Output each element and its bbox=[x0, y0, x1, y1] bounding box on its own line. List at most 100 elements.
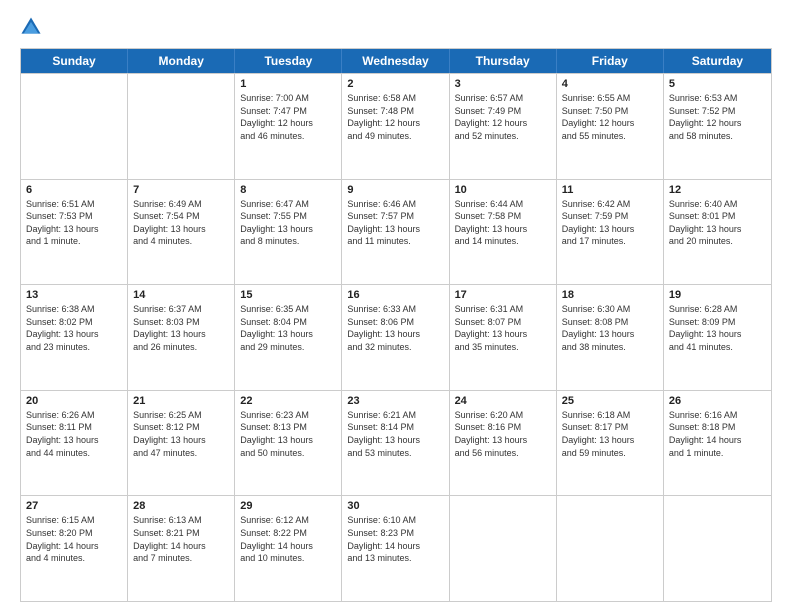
day-number: 22 bbox=[240, 395, 336, 407]
day-number: 4 bbox=[562, 78, 658, 90]
day-info: Sunrise: 6:28 AMSunset: 8:09 PMDaylight:… bbox=[669, 303, 766, 353]
day-number: 12 bbox=[669, 184, 766, 196]
calendar-cell: 20 Sunrise: 6:26 AMSunset: 8:11 PMDayligh… bbox=[21, 391, 128, 496]
day-number: 17 bbox=[455, 289, 551, 301]
calendar-cell: 12 Sunrise: 6:40 AMSunset: 8:01 PMDayligh… bbox=[664, 180, 771, 285]
calendar-cell bbox=[664, 496, 771, 601]
calendar-cell: 26 Sunrise: 6:16 AMSunset: 8:18 PMDayligh… bbox=[664, 391, 771, 496]
day-info: Sunrise: 6:33 AMSunset: 8:06 PMDaylight:… bbox=[347, 303, 443, 353]
calendar-row: 13 Sunrise: 6:38 AMSunset: 8:02 PMDayligh… bbox=[21, 284, 771, 390]
logo bbox=[20, 16, 46, 38]
day-number: 7 bbox=[133, 184, 229, 196]
day-number: 23 bbox=[347, 395, 443, 407]
calendar-cell: 19Sunrise: 6:28 AMSunset: 8:09 PMDayligh… bbox=[664, 285, 771, 390]
day-number: 24 bbox=[455, 395, 551, 407]
calendar-cell: 18 Sunrise: 6:30 AMSunset: 8:08 PMDayligh… bbox=[557, 285, 664, 390]
day-info: Sunrise: 6:42 AMSunset: 7:59 PMDaylight:… bbox=[562, 198, 658, 248]
calendar-cell: 27 Sunrise: 6:15 AMSunset: 8:20 PMDayligh… bbox=[21, 496, 128, 601]
day-number: 28 bbox=[133, 500, 229, 512]
cal-header-day: Friday bbox=[557, 49, 664, 73]
calendar-cell: 3 Sunrise: 6:57 AMSunset: 7:49 PMDaylight… bbox=[450, 74, 557, 179]
calendar-cell: 21 Sunrise: 6:25 AMSunset: 8:12 PMDayligh… bbox=[128, 391, 235, 496]
day-info: Sunrise: 6:46 AMSunset: 7:57 PMDaylight:… bbox=[347, 198, 443, 248]
day-info: Sunrise: 6:35 AMSunset: 8:04 PMDaylight:… bbox=[240, 303, 336, 353]
calendar-header: SundayMondayTuesdayWednesdayThursdayFrid… bbox=[21, 49, 771, 73]
day-info: Sunrise: 6:26 AMSunset: 8:11 PMDaylight:… bbox=[26, 409, 122, 459]
cal-header-day: Tuesday bbox=[235, 49, 342, 73]
day-number: 10 bbox=[455, 184, 551, 196]
day-info: Sunrise: 6:12 AMSunset: 8:22 PMDaylight:… bbox=[240, 514, 336, 564]
day-number: 11 bbox=[562, 184, 658, 196]
calendar: SundayMondayTuesdayWednesdayThursdayFrid… bbox=[20, 48, 772, 602]
day-info: Sunrise: 6:49 AMSunset: 7:54 PMDaylight:… bbox=[133, 198, 229, 248]
day-info: Sunrise: 6:40 AMSunset: 8:01 PMDaylight:… bbox=[669, 198, 766, 248]
calendar-cell: 29 Sunrise: 6:12 AMSunset: 8:22 PMDayligh… bbox=[235, 496, 342, 601]
day-info: Sunrise: 6:58 AMSunset: 7:48 PMDaylight:… bbox=[347, 92, 443, 142]
day-number: 1 bbox=[240, 78, 336, 90]
day-number: 6 bbox=[26, 184, 122, 196]
day-info: Sunrise: 6:37 AMSunset: 8:03 PMDaylight:… bbox=[133, 303, 229, 353]
cal-header-day: Sunday bbox=[21, 49, 128, 73]
calendar-cell: 1Sunrise: 7:00 AMSunset: 7:47 PMDaylight… bbox=[235, 74, 342, 179]
calendar-cell: 22 Sunrise: 6:23 AMSunset: 8:13 PMDayligh… bbox=[235, 391, 342, 496]
day-info: Sunrise: 6:47 AMSunset: 7:55 PMDaylight:… bbox=[240, 198, 336, 248]
day-number: 27 bbox=[26, 500, 122, 512]
cal-header-day: Saturday bbox=[664, 49, 771, 73]
day-number: 30 bbox=[347, 500, 443, 512]
day-info: Sunrise: 6:18 AMSunset: 8:17 PMDaylight:… bbox=[562, 409, 658, 459]
calendar-cell: 23 Sunrise: 6:21 AMSunset: 8:14 PMDayligh… bbox=[342, 391, 449, 496]
day-number: 25 bbox=[562, 395, 658, 407]
day-number: 13 bbox=[26, 289, 122, 301]
calendar-cell: 4 Sunrise: 6:55 AMSunset: 7:50 PMDaylight… bbox=[557, 74, 664, 179]
calendar-row: 6Sunrise: 6:51 AMSunset: 7:53 PMDaylight… bbox=[21, 179, 771, 285]
day-info: Sunrise: 6:25 AMSunset: 8:12 PMDaylight:… bbox=[133, 409, 229, 459]
day-info: Sunrise: 6:16 AMSunset: 8:18 PMDaylight:… bbox=[669, 409, 766, 459]
day-info: Sunrise: 6:23 AMSunset: 8:13 PMDaylight:… bbox=[240, 409, 336, 459]
calendar-cell: 16 Sunrise: 6:33 AMSunset: 8:06 PMDayligh… bbox=[342, 285, 449, 390]
day-info: Sunrise: 6:21 AMSunset: 8:14 PMDaylight:… bbox=[347, 409, 443, 459]
day-info: Sunrise: 6:15 AMSunset: 8:20 PMDaylight:… bbox=[26, 514, 122, 564]
day-number: 15 bbox=[240, 289, 336, 301]
day-number: 16 bbox=[347, 289, 443, 301]
calendar-cell: 11 Sunrise: 6:42 AMSunset: 7:59 PMDayligh… bbox=[557, 180, 664, 285]
day-number: 14 bbox=[133, 289, 229, 301]
day-info: Sunrise: 6:44 AMSunset: 7:58 PMDaylight:… bbox=[455, 198, 551, 248]
day-info: Sunrise: 6:20 AMSunset: 8:16 PMDaylight:… bbox=[455, 409, 551, 459]
calendar-cell: 10 Sunrise: 6:44 AMSunset: 7:58 PMDayligh… bbox=[450, 180, 557, 285]
day-info: Sunrise: 6:53 AMSunset: 7:52 PMDaylight:… bbox=[669, 92, 766, 142]
calendar-cell: 13 Sunrise: 6:38 AMSunset: 8:02 PMDayligh… bbox=[21, 285, 128, 390]
day-number: 8 bbox=[240, 184, 336, 196]
calendar-cell: 6Sunrise: 6:51 AMSunset: 7:53 PMDaylight… bbox=[21, 180, 128, 285]
day-info: Sunrise: 6:55 AMSunset: 7:50 PMDaylight:… bbox=[562, 92, 658, 142]
calendar-cell: 28 Sunrise: 6:13 AMSunset: 8:21 PMDayligh… bbox=[128, 496, 235, 601]
day-number: 2 bbox=[347, 78, 443, 90]
calendar-cell: 9 Sunrise: 6:46 AMSunset: 7:57 PMDaylight… bbox=[342, 180, 449, 285]
calendar-cell: 15 Sunrise: 6:35 AMSunset: 8:04 PMDayligh… bbox=[235, 285, 342, 390]
day-number: 3 bbox=[455, 78, 551, 90]
calendar-cell: 7 Sunrise: 6:49 AMSunset: 7:54 PMDaylight… bbox=[128, 180, 235, 285]
calendar-row: 27 Sunrise: 6:15 AMSunset: 8:20 PMDayligh… bbox=[21, 495, 771, 601]
calendar-cell bbox=[557, 496, 664, 601]
day-number: 18 bbox=[562, 289, 658, 301]
day-info: Sunrise: 6:13 AMSunset: 8:21 PMDaylight:… bbox=[133, 514, 229, 564]
calendar-cell bbox=[450, 496, 557, 601]
header bbox=[20, 16, 772, 38]
day-number: 9 bbox=[347, 184, 443, 196]
calendar-cell: 2 Sunrise: 6:58 AMSunset: 7:48 PMDaylight… bbox=[342, 74, 449, 179]
logo-icon bbox=[20, 16, 42, 38]
day-number: 26 bbox=[669, 395, 766, 407]
calendar-cell: 30 Sunrise: 6:10 AMSunset: 8:23 PMDayligh… bbox=[342, 496, 449, 601]
day-number: 5 bbox=[669, 78, 766, 90]
calendar-cell: 25 Sunrise: 6:18 AMSunset: 8:17 PMDayligh… bbox=[557, 391, 664, 496]
day-info: Sunrise: 6:30 AMSunset: 8:08 PMDaylight:… bbox=[562, 303, 658, 353]
calendar-cell: 14 Sunrise: 6:37 AMSunset: 8:03 PMDayligh… bbox=[128, 285, 235, 390]
day-info: Sunrise: 6:31 AMSunset: 8:07 PMDaylight:… bbox=[455, 303, 551, 353]
day-info: Sunrise: 6:10 AMSunset: 8:23 PMDaylight:… bbox=[347, 514, 443, 564]
day-number: 21 bbox=[133, 395, 229, 407]
day-number: 29 bbox=[240, 500, 336, 512]
cal-header-day: Thursday bbox=[450, 49, 557, 73]
day-info: Sunrise: 6:57 AMSunset: 7:49 PMDaylight:… bbox=[455, 92, 551, 142]
day-info: Sunrise: 6:38 AMSunset: 8:02 PMDaylight:… bbox=[26, 303, 122, 353]
calendar-body: 1Sunrise: 7:00 AMSunset: 7:47 PMDaylight… bbox=[21, 73, 771, 601]
day-number: 20 bbox=[26, 395, 122, 407]
